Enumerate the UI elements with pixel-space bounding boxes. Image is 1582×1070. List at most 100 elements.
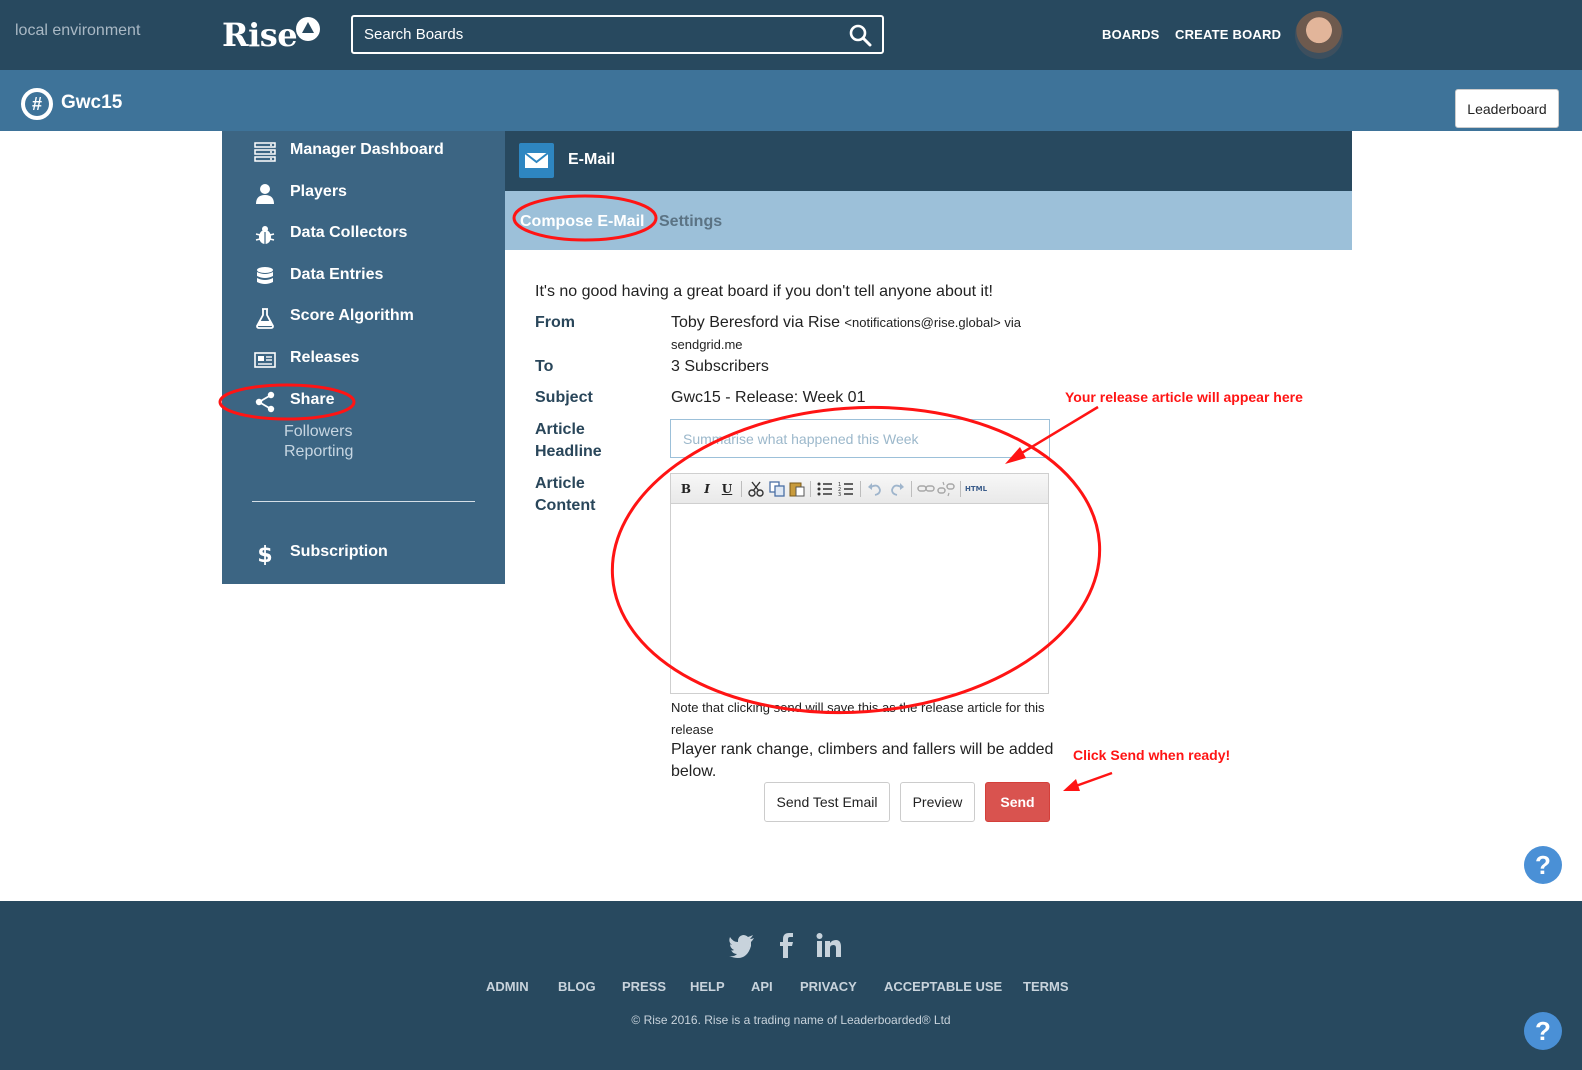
toolbar-separator: [860, 481, 861, 497]
sidebar-item-label: Data Entries: [290, 266, 384, 283]
sidebar-item-label: Subscription: [290, 543, 388, 560]
rich-text-editor: B I U 123 HTML: [670, 473, 1049, 694]
content-label-line-1: Article: [535, 475, 585, 492]
article-annotation-label: Your release article will appear here: [1065, 389, 1303, 405]
hashtag-icon: #: [21, 88, 53, 120]
html-source-button[interactable]: HTML: [963, 480, 989, 498]
send-annotation-label: Click Send when ready!: [1073, 747, 1231, 763]
from-value: Toby Beresford via Rise <notifications@r…: [671, 312, 1056, 356]
dollar-icon: $: [257, 543, 272, 565]
user-avatar[interactable]: [1295, 11, 1343, 59]
footer-link-admin[interactable]: ADMIN: [486, 979, 529, 994]
database-icon: [257, 267, 273, 284]
unlink-icon[interactable]: [937, 480, 955, 498]
sidebar-item-score-algorithm[interactable]: Score Algorithm: [222, 297, 505, 337]
sidebar-item-manager-dashboard[interactable]: Manager Dashboard: [222, 131, 505, 171]
footer: [0, 901, 1582, 1070]
toolbar-separator: [911, 481, 912, 497]
search-icon[interactable]: [848, 23, 872, 47]
article-content-editor[interactable]: [671, 504, 1048, 693]
footer-link-help[interactable]: HELP: [690, 979, 725, 994]
sidebar: Manager Dashboard Players Data Collector…: [222, 131, 505, 584]
user-icon: [256, 184, 274, 204]
send-button[interactable]: Send: [985, 782, 1050, 822]
content-label-line-2: Content: [535, 497, 596, 514]
rise-logo[interactable]: Rise: [222, 16, 298, 56]
toolbar-separator: [960, 481, 961, 497]
undo-icon[interactable]: [866, 480, 884, 498]
server-icon: [254, 142, 276, 162]
sidebar-item-label: Players: [290, 183, 347, 200]
footer-link-api[interactable]: API: [751, 979, 773, 994]
headline-label-line-2: Headline: [535, 443, 602, 460]
flask-icon: [256, 308, 274, 329]
footer-link-terms[interactable]: TERMS: [1023, 979, 1069, 994]
board-title: Gwc15: [61, 92, 123, 113]
underline-button[interactable]: U: [718, 480, 736, 498]
page: local environment Rise BOARDS CREATE BOA…: [0, 0, 1582, 1070]
sidebar-item-subscription[interactable]: $ Subscription: [222, 533, 505, 573]
tab-compose-email[interactable]: Compose E-Mail: [520, 213, 644, 231]
preview-button[interactable]: Preview: [900, 782, 975, 822]
rise-logo-mark-icon: [296, 17, 320, 41]
help-bubble-icon[interactable]: ?: [1524, 1012, 1562, 1050]
editor-toolbar: B I U 123 HTML: [671, 474, 1048, 504]
paste-icon[interactable]: [788, 480, 806, 498]
footer-link-privacy[interactable]: PRIVACY: [800, 979, 857, 994]
bug-icon: [255, 226, 275, 244]
content-label: Article Content: [535, 473, 595, 517]
newspaper-icon: [254, 352, 276, 368]
headline-label-line-1: Article: [535, 421, 585, 438]
numbered-list-icon[interactable]: 123: [837, 480, 855, 498]
to-value: 3 Subscribers: [671, 358, 769, 375]
sidebar-item-releases[interactable]: Releases: [222, 339, 505, 379]
italic-button[interactable]: I: [698, 480, 716, 498]
link-icon[interactable]: [917, 480, 935, 498]
copy-icon[interactable]: [768, 480, 786, 498]
copyright-text: © Rise 2016. Rise is a trading name of L…: [631, 1013, 951, 1027]
sidebar-item-data-entries[interactable]: Data Entries: [222, 256, 505, 296]
sidebar-sub-reporting[interactable]: Reporting: [284, 443, 353, 461]
share-icon: [255, 391, 275, 413]
from-name: Toby Beresford via Rise: [671, 314, 840, 331]
board-bar: [0, 70, 1582, 131]
article-headline-input[interactable]: [670, 419, 1050, 458]
rank-change-note: Player rank change, climbers and fallers…: [671, 741, 1054, 780]
subject-value: Gwc15 - Release: Week 01: [671, 389, 866, 406]
facebook-icon[interactable]: [771, 930, 801, 960]
leaderboard-button[interactable]: Leaderboard: [1455, 89, 1559, 128]
sidebar-sub-followers[interactable]: Followers: [284, 423, 352, 441]
toolbar-separator: [810, 481, 811, 497]
headline-label: Article Headline: [535, 419, 602, 463]
sidebar-item-data-collectors[interactable]: Data Collectors: [222, 214, 505, 254]
sidebar-item-label: Score Algorithm: [290, 307, 414, 324]
nav-boards[interactable]: BOARDS: [1102, 27, 1160, 42]
twitter-icon[interactable]: [727, 930, 757, 960]
sidebar-item-label: Data Collectors: [290, 224, 408, 241]
panel-header: [505, 131, 1352, 191]
search-input[interactable]: [353, 17, 833, 52]
footer-link-press[interactable]: PRESS: [622, 979, 666, 994]
send-save-note: Note that clicking send will save this a…: [671, 700, 1045, 737]
compose-intro: It's no good having a great board if you…: [535, 283, 993, 300]
linkedin-icon[interactable]: [814, 930, 844, 960]
sidebar-item-label: Share: [290, 391, 335, 408]
sidebar-item-label: Releases: [290, 349, 360, 366]
cut-icon[interactable]: [747, 480, 765, 498]
panel-title: E-Mail: [568, 151, 616, 168]
sidebar-divider: [252, 501, 475, 502]
sidebar-item-share[interactable]: Share: [222, 381, 505, 421]
help-bubble-icon[interactable]: ?: [1524, 846, 1562, 884]
environment-label: local environment: [15, 22, 141, 39]
send-test-email-button[interactable]: Send Test Email: [764, 782, 890, 822]
footer-link-blog[interactable]: BLOG: [558, 979, 596, 994]
to-label: To: [535, 358, 554, 375]
tab-settings[interactable]: Settings: [659, 213, 722, 231]
toolbar-separator: [741, 481, 742, 497]
bold-button[interactable]: B: [677, 480, 695, 498]
redo-icon[interactable]: [888, 480, 906, 498]
sidebar-item-players[interactable]: Players: [222, 173, 505, 213]
nav-create-board[interactable]: CREATE BOARD: [1175, 27, 1281, 42]
footer-link-acceptable-use[interactable]: ACCEPTABLE USE: [884, 979, 1002, 994]
bullet-list-icon[interactable]: [816, 480, 834, 498]
